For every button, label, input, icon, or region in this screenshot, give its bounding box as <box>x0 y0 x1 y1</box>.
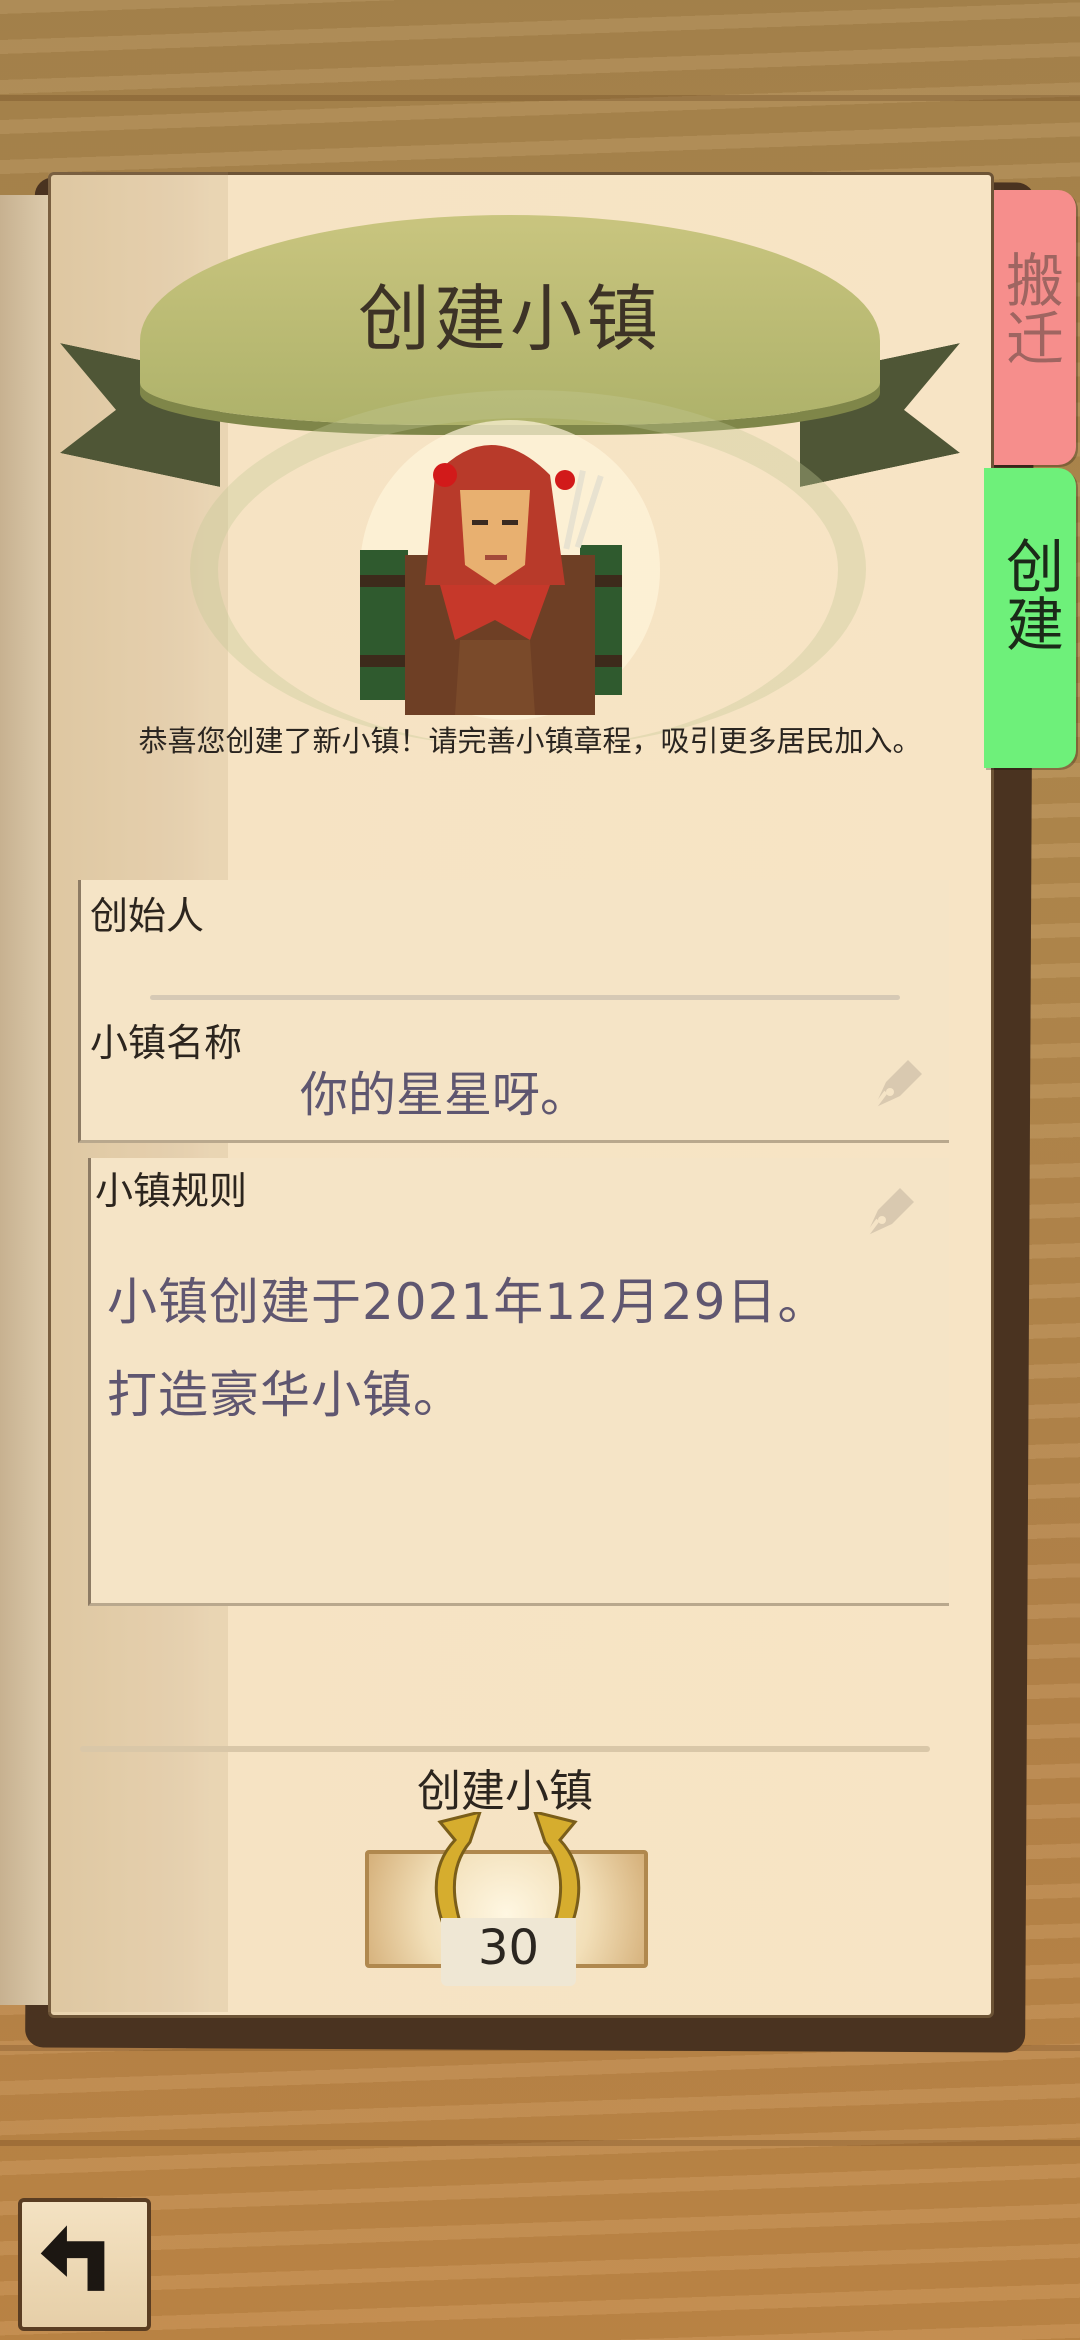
wood-grain <box>0 95 1080 101</box>
character-portrait <box>360 445 622 715</box>
horseshoe-icon <box>533 1812 581 1926</box>
rules-line-1[interactable]: 小镇创建于2021年12月29日。 <box>107 1262 829 1334</box>
welcome-message: 恭喜您创建了新小镇！请完善小镇章程，吸引更多居民加入。 <box>138 724 922 758</box>
back-button[interactable] <box>18 2198 151 2331</box>
rules-line-2[interactable]: 打造豪华小镇。 <box>107 1355 464 1427</box>
create-town-label: 创建小镇 <box>417 1766 593 1817</box>
town-name-label: 小镇名称 <box>90 1021 243 1065</box>
section-divider <box>80 1746 930 1752</box>
founder-label: 创始人 <box>90 894 205 938</box>
founder-value-line <box>150 995 900 1000</box>
page-title: 创建小镇 <box>357 277 662 361</box>
town-name-value[interactable]: 你的星星呀。 <box>300 1055 588 1125</box>
tab-create-label: 创建 <box>996 536 1064 652</box>
horseshoe-icon <box>434 1812 482 1926</box>
pen-nib-icon[interactable] <box>868 1052 930 1114</box>
wood-grain <box>0 2140 1080 2146</box>
rules-label: 小镇规则 <box>95 1169 248 1213</box>
create-cost: 30 <box>477 1920 540 1976</box>
pen-nib-icon[interactable] <box>860 1180 922 1242</box>
tab-move-label: 搬迁 <box>996 250 1064 366</box>
back-arrow-icon <box>40 2225 105 2291</box>
tab-move[interactable]: 搬迁 <box>984 190 1076 465</box>
